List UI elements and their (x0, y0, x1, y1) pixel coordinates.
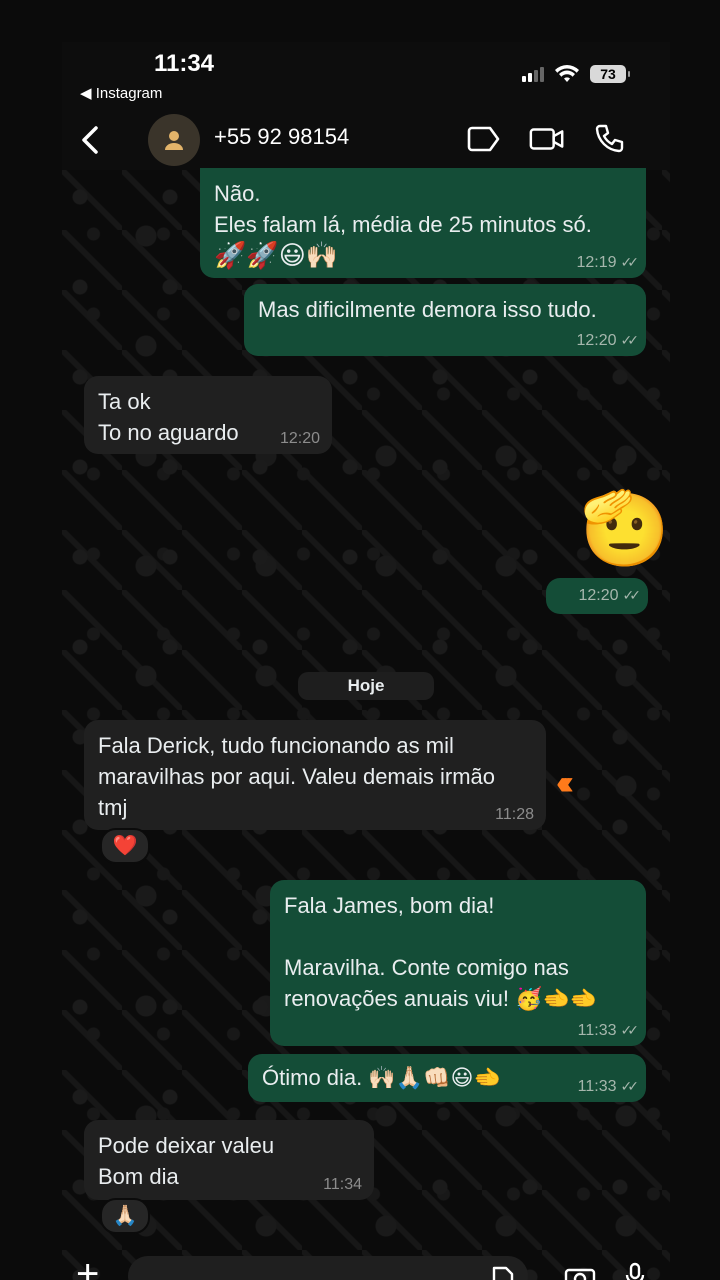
video-call-icon[interactable] (528, 122, 566, 156)
message-emoji: 🚀🚀😃🙌🏻 (214, 240, 339, 270)
camera-icon[interactable] (564, 1264, 596, 1280)
person-icon (165, 131, 183, 150)
message-bubble-incoming[interactable]: Ta ok To no aguardo 12:20 (84, 376, 332, 454)
status-icons: 73 (522, 64, 630, 84)
message-time: 11:33 ✓✓ (577, 1078, 640, 1095)
phone-frame: 11:34 ◀ Instagram 73 +55 92 98154 Não. E… (62, 42, 670, 1280)
message-bubble-outgoing[interactable]: Fala James, bom dia! Maravilha. Conte co… (270, 880, 646, 1046)
message-bubble-incoming[interactable]: Fala Derick, tudo funcionando as mil mar… (84, 720, 546, 830)
plus-icon[interactable]: + (76, 1254, 99, 1280)
back-chevron-icon[interactable] (76, 122, 106, 158)
message-time: 11:33 ✓✓ (577, 1022, 640, 1039)
message-time: 12:20 (279, 430, 320, 447)
message-time: 12:19 ✓✓ (576, 254, 640, 271)
salute-sticker[interactable]: 🫡 (562, 484, 670, 574)
message-text: Ótimo dia. 🙌🏻🙏🏻👊🏻😃🫲 (262, 1065, 501, 1090)
voice-call-icon[interactable] (592, 122, 630, 156)
wifi-icon (555, 65, 579, 82)
composer-bar: + (62, 1250, 670, 1280)
battery-indicator: 73 (590, 65, 630, 83)
message-bubble-outgoing[interactable]: Mas dificilmente demora isso tudo. 12:20… (244, 284, 646, 356)
message-text: Maravilha. Conte comigo nas (284, 955, 569, 980)
message-text: tmj (98, 795, 128, 820)
message-text: maravilhas por aqui. Valeu demais irmão (98, 764, 495, 789)
sticker-time-pill: 12:20 ✓✓ (546, 578, 648, 614)
message-bubble-incoming[interactable]: Pode deixar valeu Bom dia 11:34 (84, 1120, 374, 1200)
reaction-heart[interactable]: ❤️ (100, 828, 150, 864)
message-bubble-outgoing[interactable]: Ótimo dia. 🙌🏻🙏🏻👊🏻😃🫲 11:33 ✓✓ (248, 1054, 646, 1102)
message-text: Pode deixar valeu (98, 1133, 275, 1158)
chat-header: +55 92 98154 (62, 112, 670, 170)
avatar[interactable] (148, 114, 200, 166)
read-receipt-icon: ✓✓ (620, 254, 640, 270)
message-text: Fala James, bom dia! (284, 893, 495, 918)
message-text: Eles falam lá, média de 25 minutos só. (214, 212, 592, 237)
read-receipt-icon: ✓✓ (620, 1022, 640, 1038)
signal-icon (522, 66, 544, 82)
read-receipt-icon: ✓✓ (620, 332, 640, 348)
message-text: renovações anuais viu! 🥳🫲🫲 (284, 986, 598, 1011)
message-time: 11:34 (323, 1176, 362, 1193)
message-time: 12:20 ✓✓ (576, 332, 640, 349)
message-text: Não. (214, 181, 261, 206)
date-divider: Hoje (298, 672, 434, 700)
contact-name[interactable]: +55 92 98154 (214, 124, 349, 150)
reaction-pray[interactable]: 🙏🏻 (100, 1198, 150, 1234)
orange-chevrons-icon: ‹‹‹ (556, 764, 574, 802)
message-text: Fala Derick, tudo funcionando as mil (98, 733, 454, 758)
status-time: 11:34 (153, 50, 215, 77)
message-time: 11:28 (495, 806, 534, 823)
message-text: Bom dia (98, 1164, 179, 1189)
back-to-app-link[interactable]: ◀ Instagram (80, 84, 162, 102)
sticker-input-icon[interactable] (490, 1264, 516, 1280)
message-input[interactable] (128, 1256, 528, 1280)
message-text: Ta ok (98, 389, 151, 414)
message-time: 12:20 ✓✓ (578, 587, 642, 604)
microphone-icon[interactable] (624, 1262, 646, 1280)
read-receipt-icon: ✓✓ (620, 1078, 640, 1094)
message-bubble-outgoing[interactable]: Não. Eles falam lá, média de 25 minutos … (200, 168, 646, 278)
sticker-icon[interactable] (466, 122, 504, 156)
message-text: Mas dificilmente demora isso tudo. (258, 297, 597, 322)
read-receipt-icon: ✓✓ (622, 587, 642, 603)
